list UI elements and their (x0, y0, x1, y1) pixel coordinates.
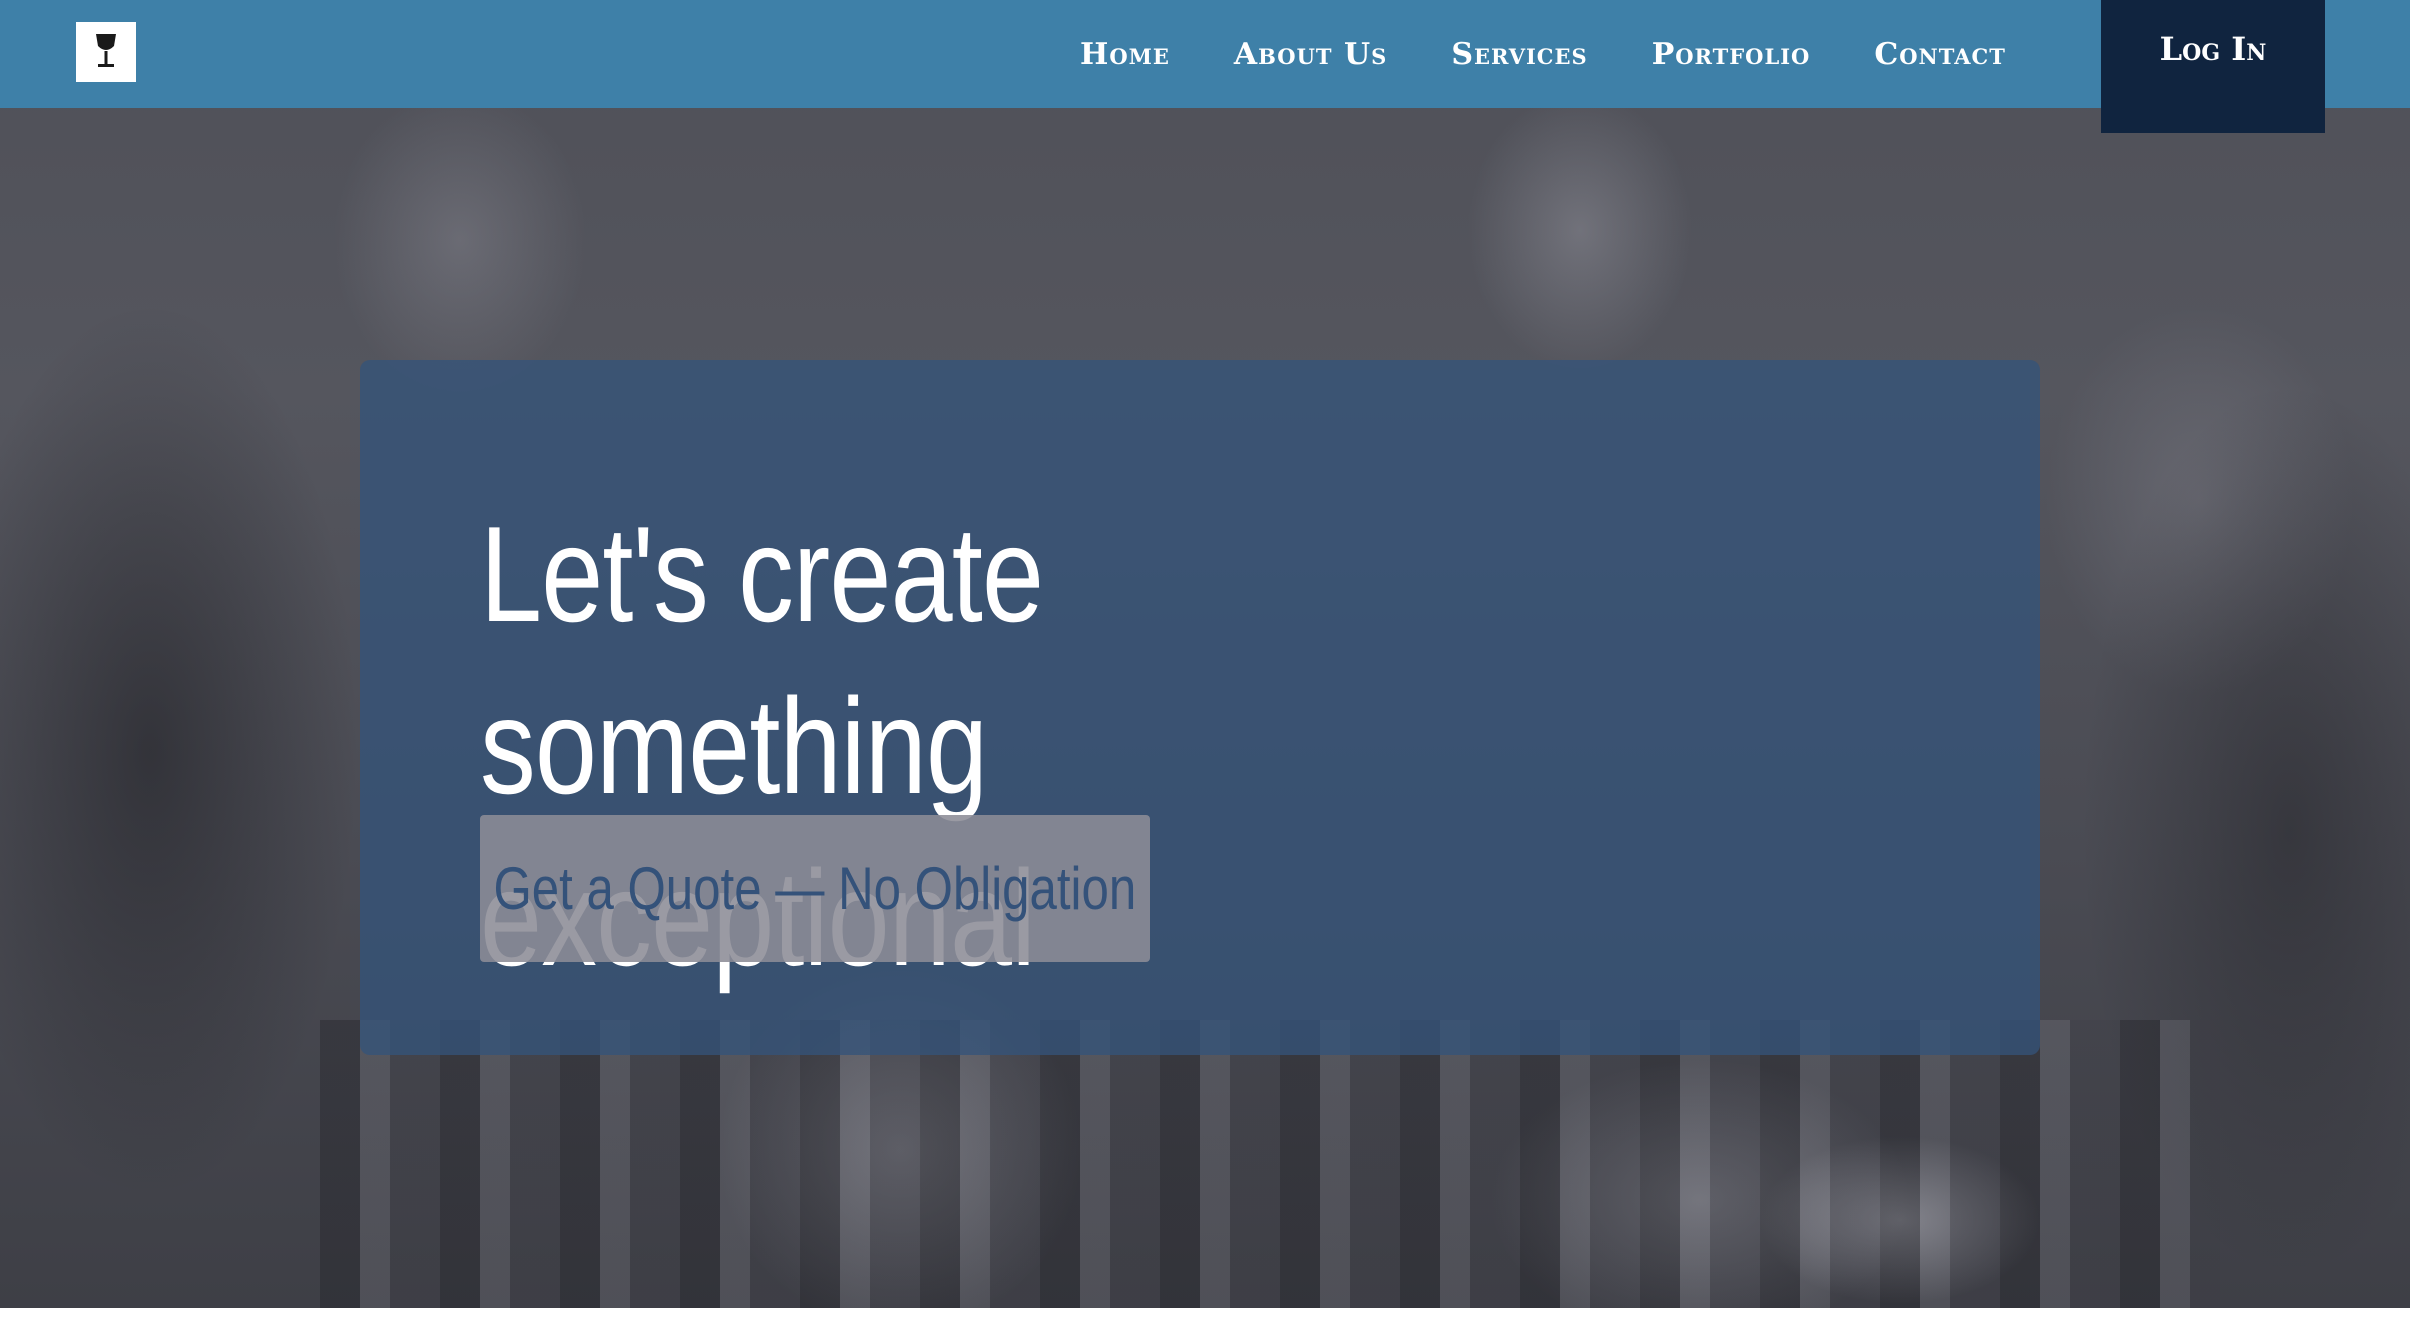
logo[interactable] (76, 22, 136, 82)
nav-link-home[interactable]: Home (1080, 37, 1170, 72)
hero-title-line-1: Let's create something (480, 498, 1044, 822)
hero-photo-shadow-left (0, 300, 360, 1200)
nav-links: Home About Us Services Portfolio Contact (1080, 0, 2070, 108)
get-quote-button[interactable]: Get a Quote — No Obligation (480, 815, 1150, 962)
login-button[interactable]: Log In (2101, 0, 2325, 133)
wine-glass-icon (96, 34, 116, 67)
nav-link-about-us[interactable]: About Us (1234, 37, 1387, 72)
hero-photo-bottles (320, 1020, 2220, 1308)
navbar: Home About Us Services Portfolio Contact… (0, 0, 2410, 133)
nav-link-portfolio[interactable]: Portfolio (1652, 37, 1811, 72)
nav-link-services[interactable]: Services (1451, 37, 1587, 72)
nav-link-contact[interactable]: Contact (1874, 37, 2005, 72)
get-quote-button-label: Get a Quote — No Obligation (493, 855, 1137, 922)
